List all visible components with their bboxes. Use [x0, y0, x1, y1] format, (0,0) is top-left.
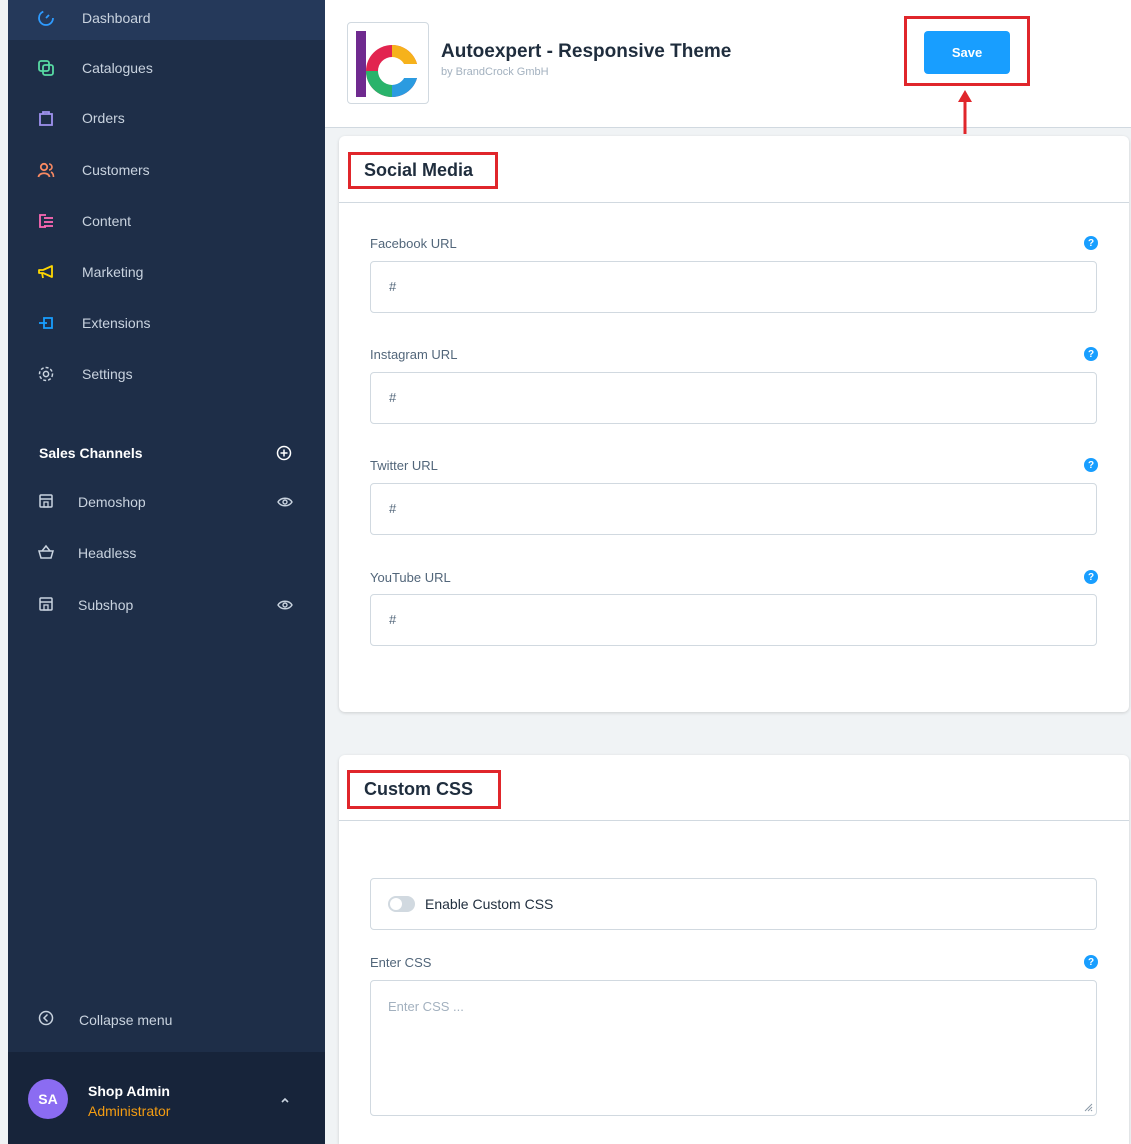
card-header: Custom CSS	[339, 755, 1129, 821]
sidebar-item-orders[interactable]: Orders	[8, 103, 325, 133]
sales-channel-label: Subshop	[78, 597, 134, 613]
enable-custom-css-field: Enable Custom CSS	[370, 878, 1097, 930]
enable-custom-css-toggle[interactable]	[388, 896, 415, 912]
sidebar: Dashboard Catalogues Orders Customers Co…	[8, 0, 325, 1144]
arrow-up-icon	[958, 90, 972, 134]
chevron-up-icon[interactable]	[279, 1093, 291, 1105]
app-title: Autoexpert - Responsive Theme	[441, 41, 732, 62]
sidebar-item-label: Dashboard	[82, 10, 151, 26]
card-header: Social Media	[339, 136, 1129, 203]
marketing-icon	[36, 262, 56, 282]
sidebar-item-extensions[interactable]: Extensions	[8, 308, 325, 338]
sidebar-item-marketing[interactable]: Marketing	[8, 257, 325, 287]
sales-channel-subshop[interactable]: Subshop	[8, 590, 325, 620]
user-name: Shop Admin	[88, 1083, 170, 1099]
collapse-menu-button[interactable]: Collapse menu	[8, 1006, 325, 1036]
sidebar-item-catalogues[interactable]: Catalogues	[8, 53, 325, 83]
toggle-label: Enable Custom CSS	[425, 896, 554, 912]
sidebar-item-customers[interactable]: Customers	[8, 155, 325, 185]
help-icon[interactable]: ?	[1084, 347, 1098, 361]
sidebar-item-label: Settings	[82, 366, 133, 382]
resize-grip-icon[interactable]	[1083, 1102, 1093, 1112]
sales-channel-label: Headless	[78, 545, 137, 561]
sidebar-item-content[interactable]: Content	[8, 206, 325, 236]
field-label: Twitter URL	[370, 458, 438, 473]
help-icon[interactable]: ?	[1084, 570, 1098, 584]
sales-channel-label: Demoshop	[78, 494, 146, 510]
storefront-icon	[37, 595, 55, 613]
settings-icon	[36, 364, 56, 384]
help-icon[interactable]: ?	[1084, 236, 1098, 250]
save-highlight-box	[904, 16, 1030, 86]
sidebar-item-label: Content	[82, 213, 132, 229]
help-icon[interactable]: ?	[1084, 458, 1098, 472]
sales-channel-demoshop[interactable]: Demoshop	[8, 487, 325, 517]
custom-css-card: Custom CSS Enable Custom CSS Enter CSS ?…	[339, 755, 1129, 1144]
textarea-placeholder: Enter CSS ...	[388, 999, 464, 1014]
app-header: Autoexpert - Responsive Theme by BrandCr…	[325, 0, 1131, 134]
app-logo	[347, 22, 429, 104]
catalogues-icon	[36, 58, 56, 78]
facebook-url-input[interactable]: #	[370, 261, 1097, 313]
social-media-card: Social Media Facebook URL ? # Instagram …	[339, 136, 1129, 712]
sidebar-item-label: Extensions	[82, 315, 151, 331]
storefront-icon	[37, 492, 55, 510]
eye-icon[interactable]	[277, 598, 293, 612]
add-sales-channel-icon[interactable]	[275, 444, 293, 462]
content-icon	[36, 211, 56, 231]
title-highlight-box	[347, 770, 501, 809]
twitter-url-input[interactable]: #	[370, 483, 1097, 535]
user-role: Administrator	[88, 1103, 171, 1119]
avatar: SA	[28, 1079, 68, 1119]
extensions-icon	[36, 313, 56, 333]
instagram-url-input[interactable]: #	[370, 372, 1097, 424]
youtube-url-input[interactable]: #	[370, 594, 1097, 646]
sidebar-item-dashboard[interactable]: Dashboard	[8, 3, 325, 33]
sidebar-item-label: Marketing	[82, 264, 144, 280]
sidebar-item-label: Orders	[82, 110, 125, 126]
orders-icon	[36, 108, 56, 128]
custom-css-textarea[interactable]: Enter CSS ...	[370, 980, 1097, 1116]
user-menu[interactable]: SA Shop Admin Administrator	[8, 1052, 325, 1144]
field-label: Enter CSS	[370, 955, 432, 970]
sidebar-item-label: Customers	[82, 162, 150, 178]
field-label: Facebook URL	[370, 236, 457, 251]
app-vendor: by BrandCrock GmbH	[441, 66, 549, 78]
basket-icon	[37, 543, 55, 561]
help-icon[interactable]: ?	[1084, 955, 1098, 969]
eye-icon[interactable]	[277, 495, 293, 509]
sales-channels-heading: Sales Channels	[39, 445, 143, 461]
collapse-menu-label: Collapse menu	[79, 1012, 173, 1028]
field-label: Instagram URL	[370, 347, 458, 362]
sales-channel-headless[interactable]: Headless	[8, 538, 325, 568]
customers-icon	[36, 160, 56, 180]
sidebar-item-label: Catalogues	[82, 60, 153, 76]
title-highlight-box	[348, 152, 498, 189]
field-label: YouTube URL	[370, 570, 451, 585]
sidebar-item-settings[interactable]: Settings	[8, 359, 325, 389]
dashboard-icon	[36, 8, 56, 28]
chevron-left-circle-icon	[37, 1009, 55, 1027]
